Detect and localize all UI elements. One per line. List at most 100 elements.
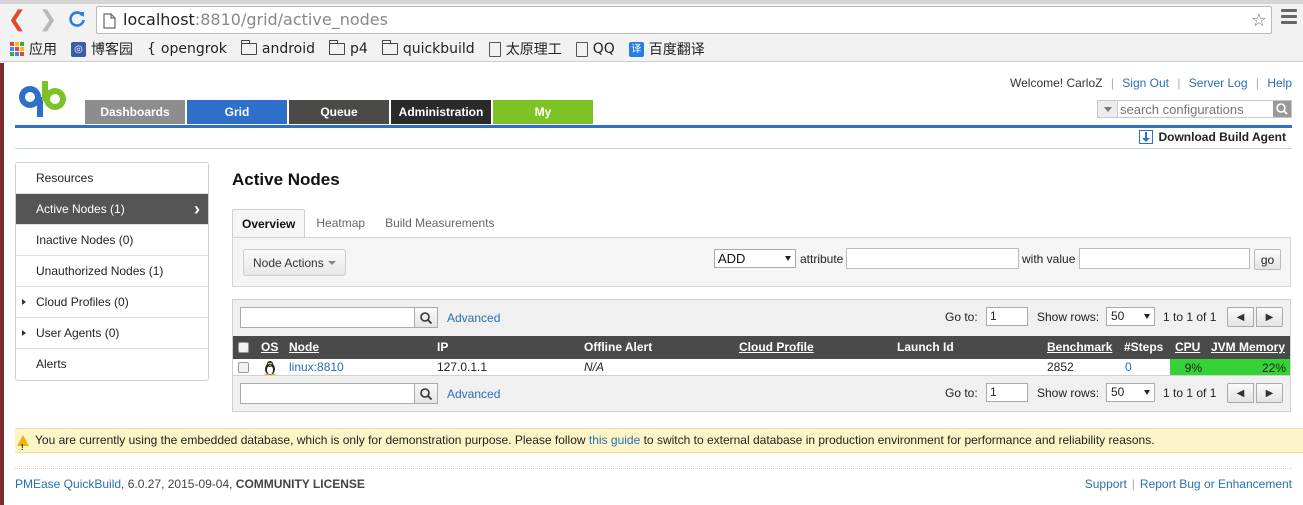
show-rows-select[interactable]: 50 (1106, 383, 1155, 402)
grid-search-button[interactable] (415, 383, 438, 404)
grid-sidebar: Resources Active Nodes (1) › Inactive Nod… (15, 162, 209, 381)
bookmark-tyut[interactable]: 太原理工 (488, 39, 562, 59)
go-button[interactable]: go (1254, 249, 1281, 270)
sidebar-item-label: Resources (36, 171, 94, 185)
column-cpu[interactable]: CPU (1175, 336, 1200, 359)
caret-right-icon: ▶ (1265, 311, 1274, 323)
sidebar-item-label: Inactive Nodes (0) (36, 233, 134, 247)
next-page-button[interactable]: ▶ (1256, 383, 1283, 403)
tab-grid[interactable]: Grid (187, 100, 287, 124)
sign-out-link[interactable]: Sign Out (1122, 76, 1169, 90)
sidebar-item-alerts[interactable]: Alerts (16, 349, 208, 380)
expand-triangle-icon[interactable] (22, 330, 26, 336)
sidebar-item-unauthorized-nodes[interactable]: Unauthorized Nodes (1) (16, 256, 208, 287)
bookmark-apps[interactable]: 应用 (10, 39, 57, 59)
search-icon (420, 311, 433, 324)
support-link[interactable]: Support (1085, 477, 1127, 491)
help-link[interactable]: Help (1267, 76, 1292, 90)
sidebar-item-user-agents[interactable]: User Agents (0) (16, 318, 208, 349)
footer-product: PMEase QuickBuild, 6.0.27, 2015-09-04, C… (15, 477, 365, 491)
welcome-text: Welcome! CarloZ (1010, 76, 1103, 90)
node-actions-label: Node Actions (253, 255, 324, 270)
select-all-checkbox[interactable] (238, 342, 249, 353)
address-bar[interactable]: localhost:8810/grid/active_nodes ☆ (96, 6, 1272, 34)
search-icon (420, 387, 433, 400)
bookmark-cnblogs[interactable]: ◎ 博客园 (71, 39, 133, 59)
tab-overview[interactable]: Overview (232, 209, 306, 238)
tab-queue[interactable]: Queue (289, 100, 389, 124)
cnblogs-icon: ◎ (71, 41, 86, 57)
tab-my[interactable]: My (493, 100, 593, 124)
node-actions-button[interactable]: Node Actions (243, 249, 346, 276)
bookmark-label: quickbuild (402, 41, 475, 57)
bookmark-quickbuild[interactable]: quickbuild (381, 40, 475, 57)
goto-label: Go to: (945, 310, 978, 324)
reload-button[interactable] (66, 8, 88, 30)
bookmarks-bar: 应用 ◎ 博客园 { opengrok android p4 quickbuil… (0, 37, 1303, 61)
search-scope-dropdown[interactable] (1098, 101, 1118, 117)
table-row: linux:8810 127.0.1.1 N/A 2852 0 9% 22% (233, 358, 1290, 382)
attribute-input[interactable] (846, 248, 1019, 269)
back-button[interactable]: ❮ (6, 6, 28, 31)
tab-heatmap[interactable]: Heatmap (307, 209, 374, 238)
search-configurations-input[interactable] (1120, 101, 1272, 117)
url-text[interactable]: localhost:8810/grid/active_nodes (123, 10, 388, 29)
column-os[interactable]: OS (261, 336, 278, 359)
tab-administration[interactable]: Administration (391, 100, 491, 124)
subheader-divider (15, 148, 1292, 149)
sidebar-item-resources[interactable]: Resources (16, 163, 208, 194)
download-build-agent-link[interactable]: Download Build Agent (1139, 130, 1286, 144)
sidebar-item-active-nodes[interactable]: Active Nodes (1) › (16, 194, 208, 225)
bookmark-label: p4 (350, 41, 368, 57)
forward-button[interactable]: ❯ (37, 6, 59, 31)
row-checkbox[interactable] (238, 362, 249, 373)
advanced-search-link[interactable]: Advanced (447, 387, 500, 401)
show-rows-select[interactable]: 50 (1106, 307, 1155, 326)
browser-tabstrip (0, 0, 1303, 4)
report-bug-link[interactable]: Report Bug or Enhancement (1140, 477, 1292, 491)
goto-page-input[interactable]: 1 (986, 383, 1028, 402)
caret-right-icon: ▶ (1265, 387, 1274, 399)
goto-page-input[interactable]: 1 (986, 307, 1028, 326)
bookmark-android[interactable]: android (240, 40, 315, 57)
search-button[interactable] (1273, 101, 1291, 117)
node-link[interactable]: linux:8810 (289, 358, 344, 374)
prev-page-button[interactable]: ◀ (1227, 383, 1254, 403)
column-node[interactable]: Node (289, 336, 319, 359)
next-page-button[interactable]: ▶ (1256, 307, 1283, 327)
bookmark-opengrok[interactable]: { opengrok (147, 41, 227, 57)
steps-link[interactable]: 0 (1125, 358, 1132, 374)
filter-operation-select[interactable]: ADD (714, 249, 796, 268)
pmease-quickbuild-link[interactable]: PMEase QuickBuild (15, 477, 121, 491)
column-cloud-profile[interactable]: Cloud Profile (739, 336, 814, 359)
folder-icon (329, 40, 346, 55)
grid-search-input[interactable] (240, 307, 415, 328)
quickbuild-logo[interactable] (15, 80, 70, 118)
value-input[interactable] (1079, 248, 1250, 269)
bookmark-p4[interactable]: p4 (329, 40, 368, 57)
grid-search-button[interactable] (415, 307, 438, 328)
chevron-right-icon: › (194, 199, 200, 219)
bookmark-qq[interactable]: QQ (575, 41, 615, 57)
browser-menu-icon[interactable] (1281, 9, 1297, 27)
sidebar-item-inactive-nodes[interactable]: Inactive Nodes (0) (16, 225, 208, 256)
page-range: 1 to 1 of 1 (1163, 310, 1217, 324)
bookmark-baidu-translate[interactable]: 译 百度翻译 (628, 39, 705, 59)
server-log-link[interactable]: Server Log (1189, 76, 1248, 90)
grid-search-input[interactable] (240, 383, 415, 404)
tab-dashboards[interactable]: Dashboards (85, 100, 185, 124)
this-guide-link[interactable]: this guide (589, 433, 640, 447)
expand-triangle-icon[interactable] (22, 299, 26, 305)
footer-links: Support | Report Bug or Enhancement (1084, 477, 1292, 491)
bookmark-star-icon[interactable]: ☆ (1251, 10, 1267, 31)
warning-text-before: You are currently using the embedded dat… (35, 433, 589, 447)
header-links: Welcome! CarloZ | Sign Out | Server Log … (1010, 76, 1292, 90)
prev-page-button[interactable]: ◀ (1227, 307, 1254, 327)
sidebar-item-cloud-profiles[interactable]: Cloud Profiles (0) (16, 287, 208, 318)
column-jvm-memory[interactable]: JVM Memory (1211, 336, 1285, 359)
caret-down-icon (327, 261, 336, 266)
column-benchmark[interactable]: Benchmark (1047, 336, 1112, 359)
tab-build-measurements[interactable]: Build Measurements (376, 209, 503, 238)
advanced-search-link[interactable]: Advanced (447, 311, 500, 325)
grid-toolbar-top: Advanced Go to: 1 Show rows: 50 1 to 1 o… (233, 300, 1290, 336)
